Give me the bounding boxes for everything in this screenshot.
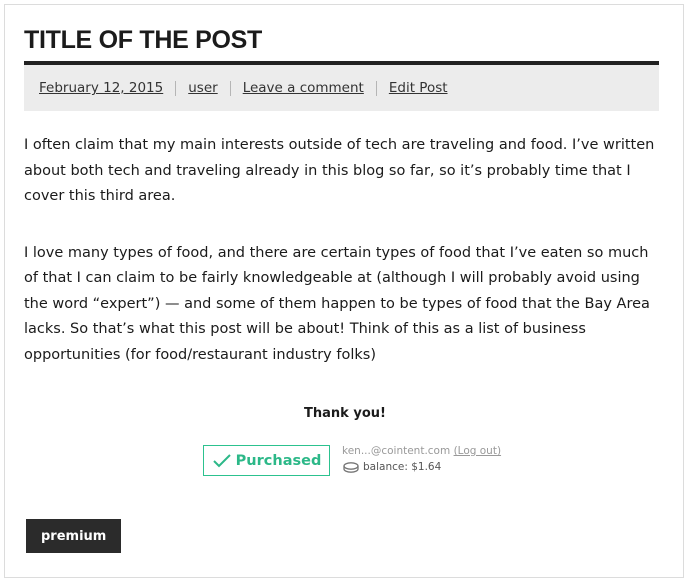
post-paragraph: I often claim that my main interests out… [24, 137, 655, 204]
meta-separator [229, 80, 231, 96]
post-content: I often claim that my main interests out… [24, 133, 660, 399]
logout-link[interactable]: (Log out) [454, 445, 501, 457]
post-meta-bar: February 12, 2015 user Leave a comment E… [24, 65, 659, 111]
meta-separator [175, 80, 177, 96]
edit-post-link[interactable]: Edit Post [389, 80, 448, 96]
balance-text: balance: $1.64 [363, 461, 442, 473]
coin-icon [343, 461, 359, 473]
premium-tag[interactable]: premium [26, 519, 122, 553]
post-date-link[interactable]: February 12, 2015 [39, 80, 163, 96]
purchased-button[interactable]: Purchased [203, 445, 330, 476]
check-icon [212, 453, 231, 467]
purchased-label: Purchased [235, 452, 322, 469]
leave-comment-link[interactable]: Leave a comment [243, 80, 364, 96]
post-title: TITLE OF THE POST [24, 26, 262, 54]
author-link[interactable]: user [188, 80, 217, 96]
thank-you-text: Thank you! [304, 406, 386, 421]
account-email: ken...@cointent.com [342, 445, 451, 457]
post-paragraph: I love many types of food, and there are… [24, 244, 650, 363]
account-info: ken...@cointent.com (Log out) [342, 445, 501, 457]
meta-separator [375, 80, 377, 96]
balance-row: balance: $1.64 [343, 461, 441, 473]
